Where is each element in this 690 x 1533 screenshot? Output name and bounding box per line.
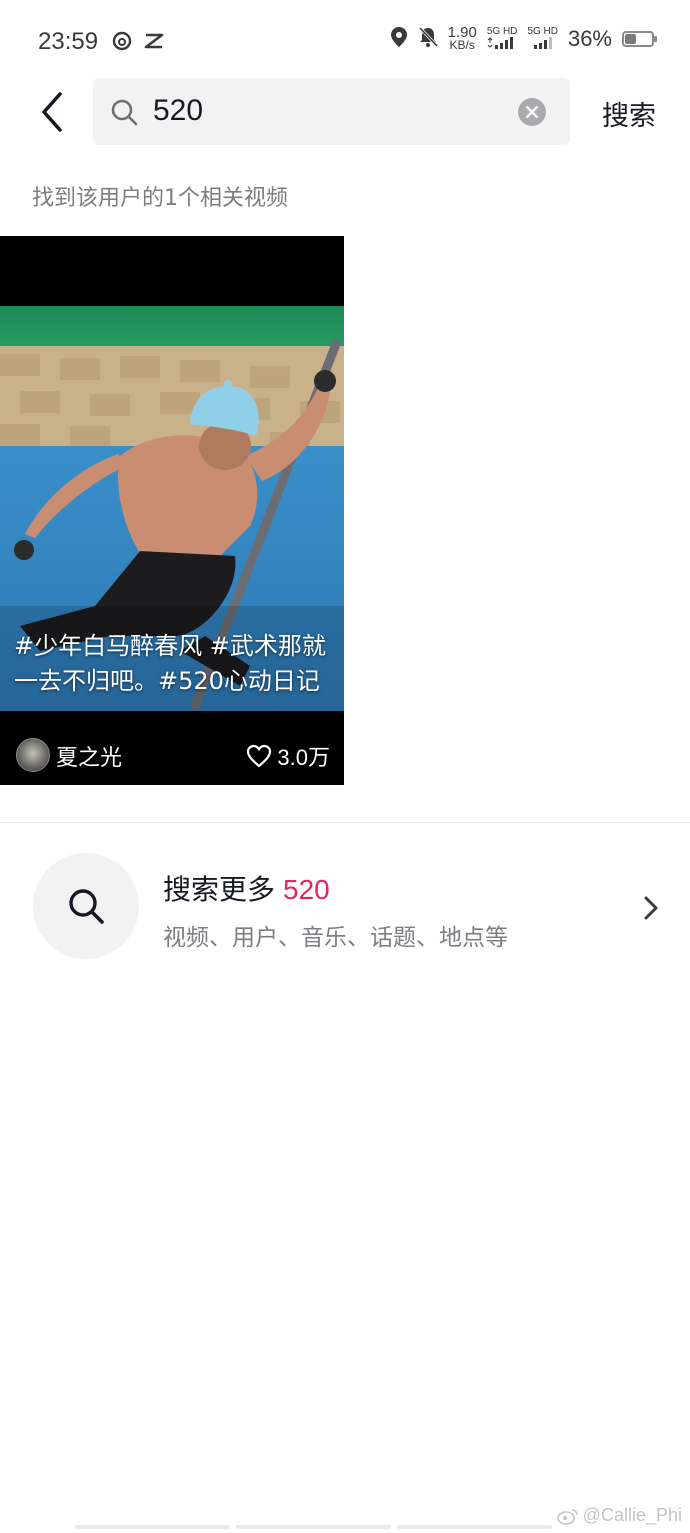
video-caption: #少年白马醉春风 #武术那就一去不归吧。#520心动日记	[14, 632, 326, 695]
location-icon	[390, 26, 408, 52]
battery-percent: 36%	[567, 26, 612, 51]
search-more-subtitle: 视频、用户、音乐、话题、地点等	[163, 925, 508, 951]
watermark-text: @Callie_Phi	[582, 1505, 682, 1525]
search-more-icon-circle	[33, 853, 139, 959]
avatar[interactable]	[16, 738, 50, 772]
watermark: @Callie_Phi	[556, 1505, 682, 1526]
search-input[interactable]	[153, 88, 493, 134]
bottom-line	[236, 1525, 391, 1529]
close-icon	[526, 106, 538, 118]
search-more-title: 搜索更多 520	[163, 868, 330, 908]
search-icon	[69, 889, 104, 924]
chevron-left-icon	[42, 92, 62, 132]
bottom-line	[75, 1525, 230, 1529]
video-card-footer: 夏之光 3.0万	[0, 734, 344, 780]
search-icon	[111, 99, 138, 126]
signal-sim1: 5G HD	[486, 26, 518, 52]
capcut-icon	[143, 30, 165, 52]
net-speed: 1.90 KB/s	[448, 25, 477, 52]
back-button[interactable]	[34, 88, 74, 136]
weibo-icon	[556, 1508, 578, 1525]
battery-icon	[622, 31, 657, 47]
result-count-text: 找到该用户的1个相关视频	[32, 186, 288, 211]
like-count: 3.0万	[246, 740, 330, 772]
bottom-line	[397, 1525, 552, 1529]
search-more-keyword: 520	[283, 874, 330, 905]
search-more-row[interactable]: 搜索更多 520 视频、用户、音乐、话题、地点等	[0, 840, 690, 970]
search-button[interactable]: 搜索	[602, 94, 656, 133]
status-time: 23:59	[38, 28, 99, 55]
sim1-label: 5G HD	[486, 26, 518, 37]
bottom-bar	[75, 1525, 552, 1529]
like-count-value: 3.0万	[277, 745, 330, 770]
search-more-prefix: 搜索更多	[163, 873, 276, 906]
status-bar: 23:59 1.90 KB/s 5G HD 5G HD 36%	[0, 0, 690, 86]
signal-icon	[487, 37, 514, 49]
signal-sim2: 5G HD	[527, 26, 558, 52]
heart-icon	[247, 744, 272, 768]
video-card[interactable]: #少年白马醉春风 #武术那就一去不归吧。#520心动日记 夏之光 3.0万	[0, 236, 344, 785]
signal-icon	[533, 37, 552, 49]
clear-search-button[interactable]	[518, 98, 546, 126]
divider	[0, 822, 690, 823]
search-box[interactable]	[93, 78, 570, 145]
author-name[interactable]: 夏之光	[56, 740, 122, 772]
net-speed-unit: KB/s	[449, 38, 475, 52]
sim2-label: 5G HD	[527, 26, 558, 37]
chevron-right-icon	[644, 896, 658, 920]
bell-muted-icon	[418, 26, 438, 52]
netease-music-icon	[111, 30, 133, 52]
